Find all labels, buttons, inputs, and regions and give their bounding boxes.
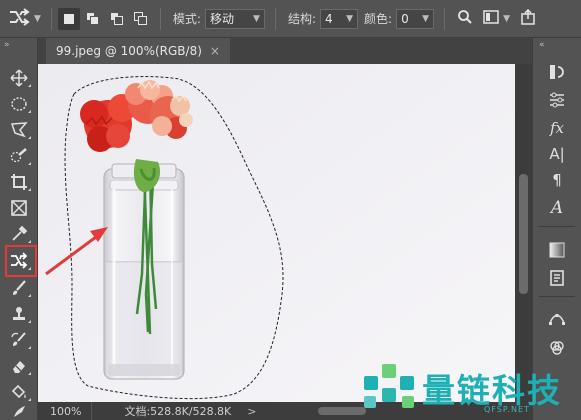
ellipse-marquee-icon: [11, 97, 27, 111]
glyphs-panel-button[interactable]: A: [541, 196, 573, 220]
divider: [50, 7, 52, 30]
gradient-icon: [549, 242, 565, 258]
paint-bucket-tool[interactable]: [4, 380, 34, 404]
vertical-scrollbar[interactable]: [515, 64, 532, 402]
color-select-value: 0: [401, 11, 409, 26]
color-label: 颜色:: [364, 12, 393, 26]
structure-select[interactable]: 4 ▼: [320, 8, 359, 29]
quick-selection-tool[interactable]: [4, 144, 34, 168]
intersect-selection-button[interactable]: [130, 8, 152, 30]
tool-preset-picker[interactable]: ▼: [8, 8, 41, 29]
options-bar: ▼ 模式: 移动 ▼ 结构: 4 ▼ 颜色: 0 ▼ ▼: [0, 0, 581, 38]
divider: [274, 7, 276, 30]
vertical-scrollbar-thumb[interactable]: [519, 174, 528, 294]
structure-label: 结构:: [287, 12, 317, 26]
divider: [444, 7, 446, 30]
channels-icon: [550, 341, 564, 355]
smudge-icon: [14, 406, 25, 417]
intersect-selection-icon: [133, 11, 148, 26]
paths-icon: [549, 314, 565, 325]
paths-panel-button[interactable]: [541, 308, 573, 332]
chevron-down-icon: ▼: [422, 13, 430, 24]
watermark: 量链科技 QFSP.NET: [356, 356, 581, 420]
crop-tool[interactable]: [4, 170, 34, 194]
quick-selection-icon: [10, 148, 27, 163]
brush-tool[interactable]: [4, 276, 34, 300]
eraser-tool[interactable]: [4, 354, 34, 378]
document-tab-title: 99.jpeg @ 100%(RGB/8): [56, 44, 202, 58]
history-icon: [550, 65, 564, 79]
divider: [539, 226, 575, 227]
close-icon[interactable]: ×: [210, 44, 220, 58]
add-to-selection-button[interactable]: [82, 8, 104, 30]
chevron-down-icon: ▼: [253, 13, 260, 24]
sliders-icon: [550, 92, 564, 108]
glyphs-label: A: [550, 198, 564, 218]
stamp-icon: [13, 307, 25, 320]
subtract-from-selection-button[interactable]: [106, 8, 128, 30]
workspace-icon[interactable]: [483, 10, 499, 27]
eyedropper-icon: [12, 225, 28, 241]
clone-stamp-tool[interactable]: [4, 302, 34, 326]
chevron-down-icon[interactable]: ▼: [503, 14, 510, 24]
new-selection-button[interactable]: [57, 7, 80, 30]
history-brush-tool[interactable]: [4, 328, 34, 352]
subtract-selection-icon: [109, 11, 124, 26]
collapse-panels-icon[interactable]: «: [539, 40, 545, 50]
eyedropper-tool[interactable]: [4, 222, 34, 246]
mode-select-value: 移动: [209, 12, 234, 26]
structure-select-value: 4: [325, 11, 333, 26]
toolbar: »: [0, 38, 38, 420]
document-tab[interactable]: 99.jpeg @ 100%(RGB/8) ×: [46, 38, 230, 64]
paragraph-label: ¶: [552, 171, 562, 189]
history-panel-button[interactable]: [541, 60, 573, 84]
adjustments-panel-button[interactable]: [541, 88, 573, 112]
watermark-url: QFSP.NET: [484, 405, 530, 414]
paint-bucket-icon: [11, 384, 26, 399]
library-icon: [550, 270, 564, 286]
new-selection-icon: [63, 13, 74, 24]
status-menu-arrow[interactable]: >: [247, 405, 256, 418]
lasso-icon: [10, 122, 28, 138]
brush-icon: [13, 280, 26, 295]
smudge-tool[interactable]: [4, 404, 34, 420]
add-selection-icon: [85, 11, 100, 26]
photo-image: [38, 64, 515, 402]
search-icon[interactable]: [457, 9, 473, 28]
eraser-icon: [13, 361, 25, 373]
move-icon: [10, 69, 28, 87]
content-aware-move-icon: [8, 8, 30, 29]
gradients-panel-button[interactable]: [541, 238, 573, 262]
document-size-info: 文档:528.8K/528.8K: [124, 405, 232, 418]
document-tab-bar: 99.jpeg @ 100%(RGB/8) ×: [38, 38, 532, 64]
color-select[interactable]: 0 ▼: [396, 8, 435, 29]
move-tool[interactable]: [4, 66, 34, 90]
polygonal-lasso-tool[interactable]: [4, 118, 34, 142]
divider: [539, 296, 575, 297]
zoom-level-field[interactable]: 100%: [38, 402, 93, 420]
canvas[interactable]: [38, 64, 515, 402]
chevron-down-icon: ▼: [346, 13, 354, 24]
character-label: A|: [549, 145, 565, 163]
collapse-toolbar-icon[interactable]: »: [4, 40, 10, 50]
divider: [159, 7, 161, 30]
frame-tool[interactable]: [4, 196, 34, 220]
paragraph-panel-button[interactable]: ¶: [541, 168, 573, 192]
character-panel-button[interactable]: A|: [541, 142, 573, 166]
elliptical-marquee-tool[interactable]: [4, 92, 34, 116]
styles-panel-button[interactable]: fx: [541, 116, 573, 140]
history-brush-icon: [11, 332, 26, 346]
chevron-down-icon: ▼: [34, 13, 41, 24]
mode-select[interactable]: 移动 ▼: [204, 8, 265, 29]
active-tool-highlight: [5, 245, 37, 277]
crop-icon: [11, 174, 27, 190]
libraries-panel-button[interactable]: [541, 266, 573, 290]
fx-label: fx: [549, 119, 564, 137]
mode-label: 模式:: [172, 12, 201, 26]
share-icon[interactable]: [520, 8, 536, 28]
watermark-logo: [364, 364, 414, 408]
frame-icon: [11, 200, 27, 216]
